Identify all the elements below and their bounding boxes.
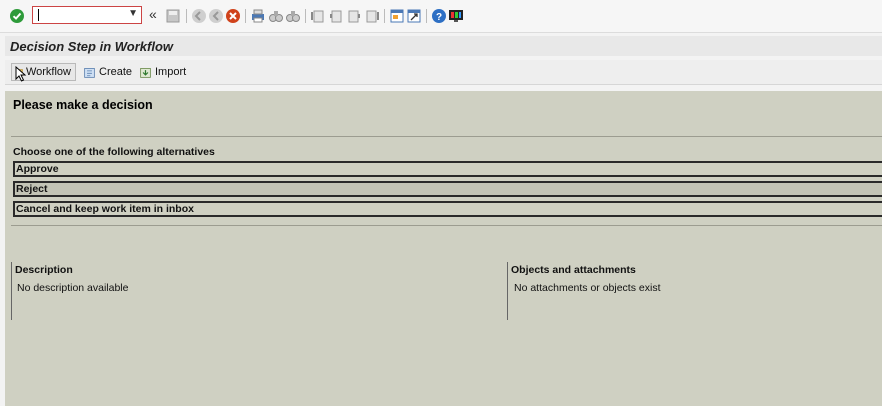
alternative-approve[interactable]: Approve [13,161,882,177]
objects-title: Objects and attachments [511,264,636,276]
svg-text:?: ? [436,12,442,23]
description-border [11,262,12,320]
main-content [5,91,882,406]
next-page-icon[interactable] [346,8,362,24]
toolbar-separator [186,9,187,23]
double-left-icon[interactable]: « [149,6,165,22]
back-icon[interactable] [191,8,207,24]
description-text: No description available [17,282,129,294]
create-button-label: Create [99,66,133,78]
prev-page-icon[interactable] [328,8,344,24]
last-page-icon[interactable] [364,8,380,24]
objects-border [507,262,508,320]
shortcut-icon[interactable] [406,8,422,24]
objects-text: No attachments or objects exist [514,282,661,294]
import-button[interactable]: Import [135,63,190,81]
mouse-cursor-icon [15,66,27,82]
command-field[interactable]: ▼ [32,6,142,24]
check-icon[interactable] [9,8,25,24]
page-title: Decision Step in Workflow [10,39,174,54]
new-session-icon[interactable] [389,8,405,24]
decision-heading: Please make a decision [13,98,153,112]
system-toolbar: ▼ « ? [0,0,882,33]
save-icon[interactable] [165,8,181,24]
help-icon[interactable]: ? [431,8,447,24]
divider [11,136,882,137]
alternative-reject[interactable]: Reject [13,181,882,197]
import-button-label: Import [155,66,187,78]
command-field-caret [38,9,39,21]
workflow-button-label: Workflow [25,66,71,78]
toolbar-separator [245,9,246,23]
create-button[interactable]: Create [79,63,136,81]
toolbar-separator [426,9,427,23]
print-icon[interactable] [250,8,266,24]
toolbar-separator [384,9,385,23]
choose-label: Choose one of the following alternatives [13,146,215,158]
toolbar-separator [305,9,306,23]
dropdown-icon[interactable]: ▼ [128,8,138,19]
import-icon [140,67,151,78]
cancel-icon[interactable] [225,8,241,24]
customize-icon[interactable] [448,8,464,24]
create-icon [84,67,95,78]
exit-icon[interactable] [208,8,224,24]
alternative-cancel[interactable]: Cancel and keep work item in inbox [13,201,882,217]
description-title: Description [15,264,73,276]
divider [11,225,882,226]
find-next-icon[interactable] [285,8,301,24]
find-icon[interactable] [268,8,284,24]
first-page-icon[interactable] [310,8,326,24]
